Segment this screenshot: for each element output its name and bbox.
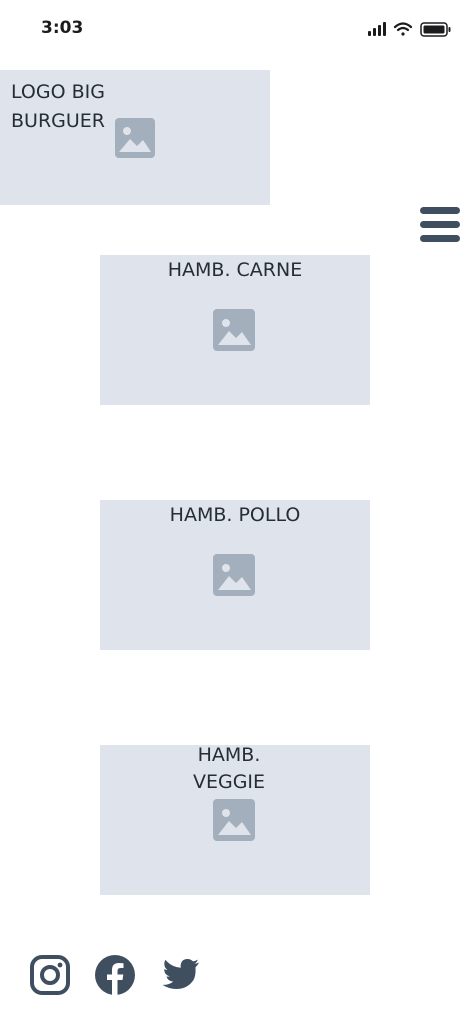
image-placeholder-icon	[115, 118, 155, 158]
product-label: HAMB. VEGGIE	[192, 744, 266, 793]
product-card-pollo[interactable]: HAMB. POLLO	[100, 500, 370, 650]
menu-button[interactable]	[418, 205, 462, 245]
battery-icon	[420, 22, 451, 37]
logo: LOGO BIG BURGUER	[0, 70, 270, 205]
twitter-icon[interactable]	[158, 953, 202, 997]
wifi-icon	[393, 22, 413, 36]
image-placeholder-icon	[213, 309, 255, 351]
status-time: 3:03	[41, 18, 84, 38]
product-label: HAMB. POLLO	[169, 504, 301, 526]
facebook-icon[interactable]	[93, 953, 137, 997]
image-placeholder-icon	[213, 799, 255, 841]
product-card-veggie[interactable]: HAMB. VEGGIE	[100, 744, 370, 895]
image-placeholder-icon	[213, 554, 255, 596]
instagram-icon[interactable]	[28, 953, 72, 997]
product-label: HAMB. CARNE	[167, 259, 303, 281]
product-card-carne[interactable]: HAMB. CARNE	[100, 255, 370, 405]
signal-icon	[368, 22, 386, 36]
status-icons	[368, 22, 451, 37]
hamburger-menu-icon	[420, 207, 460, 242]
logo-text: LOGO BIG BURGUER	[11, 81, 105, 132]
